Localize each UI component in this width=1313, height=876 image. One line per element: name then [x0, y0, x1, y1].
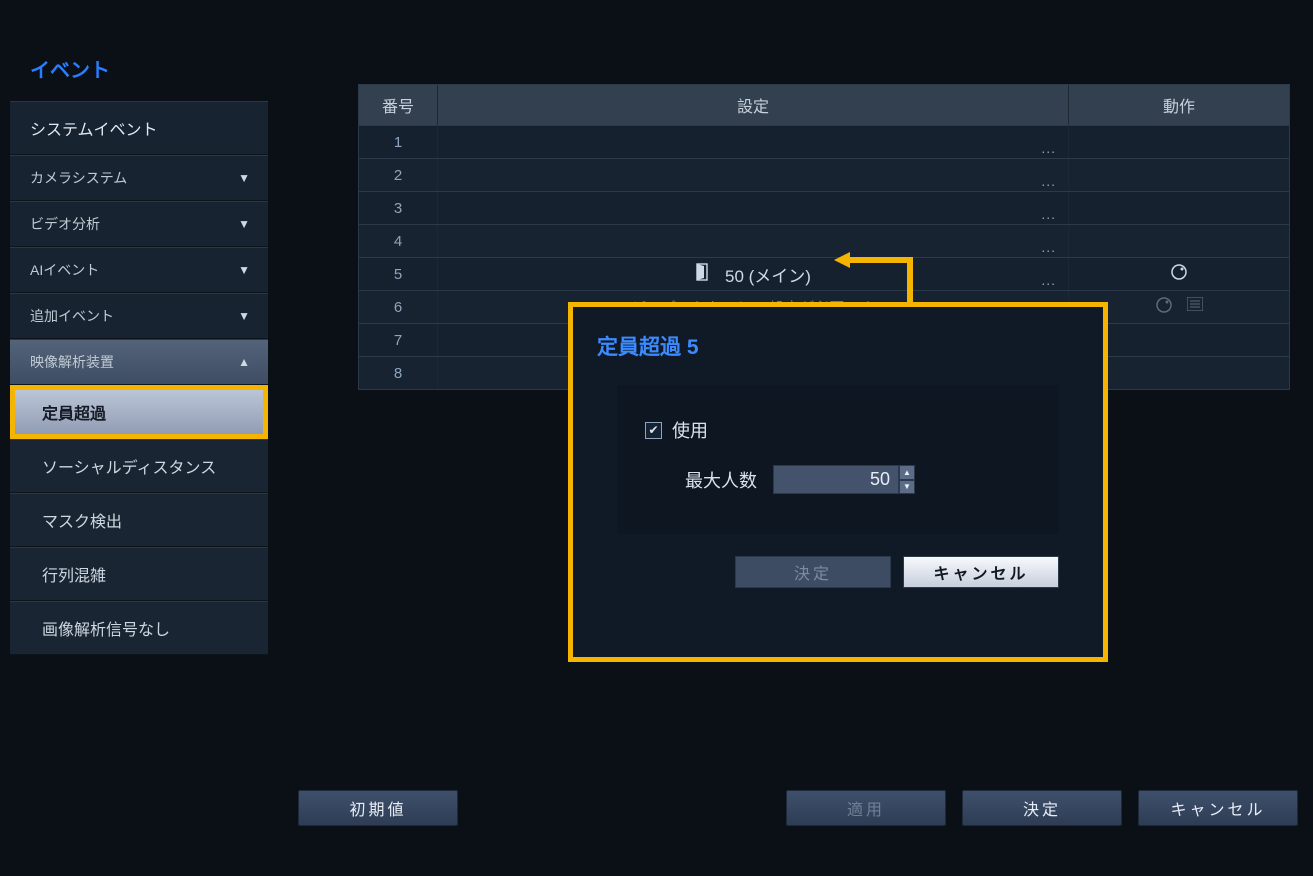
sidebar-item-label: ソーシャルディスタンス: [42, 460, 216, 477]
table-row[interactable]: 5 50 (メイン) ...: [359, 257, 1289, 290]
sidebar-item-label: ビデオ分析: [30, 216, 100, 232]
sidebar-item-video-analysis[interactable]: ビデオ分析 ▼: [10, 201, 268, 247]
max-people-label: 最大人数: [685, 467, 757, 493]
cell-number: 4: [359, 225, 438, 257]
th-setting: 設定: [438, 85, 1069, 125]
cell-setting: ...: [438, 159, 1069, 191]
max-people-row: 最大人数 50 ▲ ▼: [645, 465, 1031, 494]
cell-action: [1069, 258, 1289, 290]
cell-number: 8: [359, 357, 438, 389]
popup-cancel-button[interactable]: キャンセル: [903, 556, 1059, 588]
sidebar-item-system-event[interactable]: システムイベント: [10, 101, 268, 155]
cell-action: [1069, 159, 1289, 191]
table-header: 番号 設定 動作: [359, 85, 1289, 125]
popup-title: 定員超過 5: [597, 331, 1079, 361]
sidebar-title: イベント: [10, 40, 268, 101]
chevron-down-icon: ▼: [238, 309, 250, 323]
cell-setting: ...: [438, 126, 1069, 158]
door-icon: [695, 263, 711, 286]
capacity-popup: 定員超過 5 ✔ 使用 最大人数 50 ▲ ▼ 決定 キャンセル: [568, 302, 1108, 662]
sidebar-item-label: 画像解析信号なし: [42, 622, 170, 639]
chevron-up-icon: ▲: [238, 355, 250, 369]
row5-setting-content: 50 (メイン): [695, 262, 811, 287]
cell-number: 6: [359, 291, 438, 323]
sidebar-item-extra-event[interactable]: 追加イベント ▼: [10, 293, 268, 339]
max-people-value[interactable]: 50: [773, 465, 899, 494]
target-icon: [1155, 296, 1173, 319]
max-people-spinner[interactable]: 50 ▲ ▼: [773, 465, 915, 494]
sidebar-item-camera-system[interactable]: カメラシステム ▼: [10, 155, 268, 201]
row5-action-content: [1170, 263, 1188, 286]
sidebar-item-label: 行列混雑: [42, 568, 106, 585]
spinner-up-icon[interactable]: ▲: [899, 465, 915, 480]
more-icon: ...: [1041, 239, 1056, 255]
sidebar: イベント システムイベント カメラシステム ▼ ビデオ分析 ▼ AIイベント ▼…: [10, 40, 268, 655]
cell-number: 7: [359, 324, 438, 356]
cell-number: 5: [359, 258, 438, 290]
target-icon: [1170, 263, 1188, 286]
cell-number: 1: [359, 126, 438, 158]
sidebar-item-label: システムイベント: [30, 122, 158, 139]
checkbox-icon[interactable]: ✔: [645, 422, 662, 439]
popup-button-row: 決定 キャンセル: [597, 556, 1079, 588]
sidebar-item-label: 追加イベント: [30, 308, 114, 324]
sidebar-sub-queue[interactable]: 行列混雑: [10, 547, 268, 601]
sidebar-item-label: AIイベント: [30, 262, 99, 278]
reset-button[interactable]: 初期値: [298, 790, 458, 826]
cell-number: 2: [359, 159, 438, 191]
table-row[interactable]: 4 ...: [359, 224, 1289, 257]
table-row[interactable]: 2 ...: [359, 158, 1289, 191]
cell-setting: 50 (メイン) ...: [438, 258, 1069, 290]
spinner-buttons: ▲ ▼: [899, 465, 915, 494]
use-label: 使用: [672, 417, 708, 443]
sidebar-item-video-analyzer[interactable]: 映像解析装置 ▲: [10, 339, 268, 385]
footer-button-bar: 初期値 適用 決定 キャンセル: [298, 790, 1298, 826]
list-icon: [1187, 296, 1203, 319]
sidebar-item-label: 定員超過: [42, 406, 106, 423]
sidebar-sub-nosignal[interactable]: 画像解析信号なし: [10, 601, 268, 655]
sidebar-item-label: マスク検出: [42, 514, 122, 531]
more-icon: ...: [1041, 173, 1056, 189]
more-icon: ...: [1041, 206, 1056, 222]
sidebar-item-label: 映像解析装置: [30, 354, 114, 370]
cell-action: [1069, 225, 1289, 257]
sidebar-item-ai-event[interactable]: AIイベント ▼: [10, 247, 268, 293]
row5-setting-text: 50 (メイン): [725, 262, 811, 287]
cancel-button[interactable]: キャンセル: [1138, 790, 1298, 826]
cell-setting: ...: [438, 225, 1069, 257]
cell-setting: ...: [438, 192, 1069, 224]
row6-action-content: [1155, 296, 1203, 319]
chevron-down-icon: ▼: [238, 171, 250, 185]
table-row[interactable]: 3 ...: [359, 191, 1289, 224]
use-checkbox-row[interactable]: ✔ 使用: [645, 417, 1031, 443]
more-icon: ...: [1041, 140, 1056, 156]
sidebar-sub-social[interactable]: ソーシャルディスタンス: [10, 439, 268, 493]
cell-number: 3: [359, 192, 438, 224]
spinner-down-icon[interactable]: ▼: [899, 480, 915, 495]
sidebar-sub-mask[interactable]: マスク検出: [10, 493, 268, 547]
popup-panel: ✔ 使用 最大人数 50 ▲ ▼: [617, 385, 1059, 534]
chevron-down-icon: ▼: [238, 263, 250, 277]
th-number: 番号: [359, 85, 438, 125]
ok-button[interactable]: 決定: [962, 790, 1122, 826]
popup-ok-button: 決定: [735, 556, 891, 588]
th-action: 動作: [1069, 85, 1289, 125]
sidebar-sub-capacity[interactable]: 定員超過: [10, 385, 268, 439]
more-icon: ...: [1041, 272, 1056, 288]
cell-action: [1069, 192, 1289, 224]
chevron-down-icon: ▼: [238, 217, 250, 231]
apply-button: 適用: [786, 790, 946, 826]
table-row[interactable]: 1 ...: [359, 125, 1289, 158]
cell-action: [1069, 126, 1289, 158]
sidebar-item-label: カメラシステム: [30, 170, 127, 186]
